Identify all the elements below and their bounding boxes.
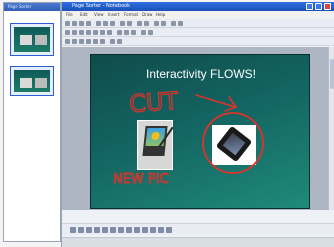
undo-tool-icon[interactable] [158,227,164,233]
fill-tool-icon[interactable] [142,227,148,233]
notebook-window: Page Sorter - Notebook File Edit View In… [61,2,334,247]
redo-tool-icon[interactable] [166,227,172,233]
menu-file[interactable]: File [66,12,73,17]
thumbnail-picture [20,78,32,88]
highlighter-tool-icon[interactable] [78,227,84,233]
screen-shade-icon[interactable] [171,21,176,26]
line-icon[interactable] [86,30,91,35]
transparency-icon[interactable] [131,30,136,35]
print-icon[interactable] [86,21,91,26]
text-icon[interactable] [100,30,105,35]
color-icon[interactable] [117,30,122,35]
page-thumbnail-2[interactable] [10,66,54,96]
page-sorter-title: Page Sorter [8,4,32,9]
page-thumbnail-image [14,27,50,52]
slide-page[interactable]: Interactivity FLOWS! CUT NEW PIC [90,54,310,209]
underline-icon[interactable] [79,39,84,44]
cut-icon[interactable] [96,21,101,26]
italic-icon[interactable] [72,39,77,44]
zoom-icon[interactable] [144,21,149,26]
eraser-tool-icon[interactable] [86,227,92,233]
capture-icon[interactable] [178,21,183,26]
thumbnail-picture [35,35,47,45]
gallery-icon[interactable] [148,30,153,35]
font-color-icon[interactable] [117,39,122,44]
paste-icon[interactable] [110,21,115,26]
delete-icon[interactable] [137,21,142,26]
previous-page-icon[interactable] [154,21,159,26]
menu-insert[interactable]: Insert [108,12,119,17]
window-title: Page Sorter - Notebook [72,3,131,9]
toolbar-row-2 [62,28,334,37]
pen-tool-icon[interactable] [70,227,76,233]
menu-format[interactable]: Format [124,12,138,17]
scrollbar-thumb[interactable] [330,59,334,89]
vertical-scrollbar[interactable] [328,47,334,210]
line-tool-icon[interactable] [94,227,100,233]
window-titlebar: Page Sorter - Notebook [62,2,334,11]
width-tool-icon[interactable] [134,227,140,233]
align-left-icon[interactable] [86,39,91,44]
page-sorter-titlebar: Page Sorter [4,3,60,11]
fill-icon[interactable] [141,30,146,35]
toolbar-row-3 [62,37,334,46]
menu-view[interactable]: View [94,12,104,17]
close-button[interactable] [324,3,331,10]
open-icon[interactable] [72,21,77,26]
bold-icon[interactable] [65,39,70,44]
save-icon[interactable] [79,21,84,26]
pen-icon[interactable] [65,30,70,35]
line-width-icon[interactable] [124,30,129,35]
menu-edit[interactable]: Edit [80,12,88,17]
select-icon[interactable] [107,30,112,35]
new-page-icon[interactable] [65,21,70,26]
page-sorter-panel: Page Sorter [3,2,61,242]
color-tool-icon[interactable] [126,227,132,233]
minimize-button[interactable] [306,3,313,10]
maximize-button[interactable] [315,3,322,10]
page-thumbnail-image [14,70,50,92]
text-tool-icon[interactable] [110,227,116,233]
ink-cut-text[interactable]: CUT [128,86,180,119]
highlighter-icon[interactable] [72,30,77,35]
ink-annotations[interactable]: CUT NEW PIC [91,55,311,210]
shape-icon[interactable] [93,30,98,35]
align-center-icon[interactable] [93,39,98,44]
toolbar-row-1 [62,19,334,28]
menu-bar: File Edit View Insert Format Draw Help [62,11,334,19]
undo-icon[interactable] [120,21,125,26]
menu-draw[interactable]: Draw [142,12,152,17]
redo-icon[interactable] [127,21,132,26]
bottom-toolbar [62,223,334,235]
status-bar [62,237,334,247]
page-thumbnail-1[interactable] [10,23,54,56]
ink-new-pic-text[interactable]: NEW PIC [113,172,170,188]
shape-tool-icon[interactable] [102,227,108,233]
ink-arrow[interactable] [195,94,238,112]
copy-icon[interactable] [103,21,108,26]
align-right-icon[interactable] [100,39,105,44]
next-page-icon[interactable] [161,21,166,26]
thumbnail-picture [35,78,47,88]
thumbnail-picture [20,35,32,45]
page-canvas[interactable]: Interactivity FLOWS! CUT NEW PIC [62,47,328,210]
select-tool-icon[interactable] [118,227,124,233]
font-size-icon[interactable] [110,39,115,44]
menu-help[interactable]: Help [156,12,165,17]
eraser-icon[interactable] [79,30,84,35]
gallery-tool-icon[interactable] [150,227,156,233]
ink-circle[interactable] [202,112,264,174]
